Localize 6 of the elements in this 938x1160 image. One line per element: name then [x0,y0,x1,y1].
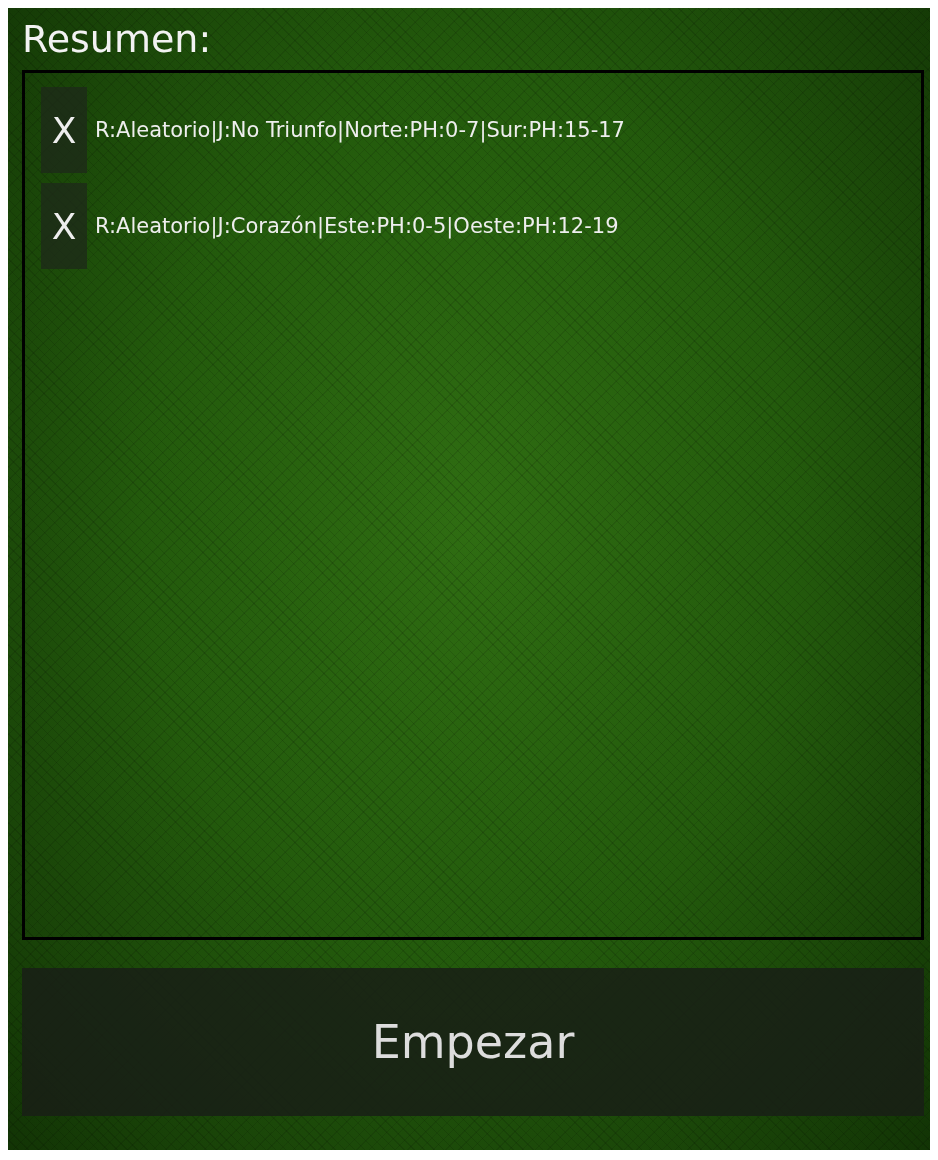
deal-summary: R:Aleatorio|J:Corazón|Este:PH:0-5|Oeste:PH:12-19 [95,214,619,238]
start-button[interactable]: Empezar [22,968,924,1116]
remove-button[interactable]: X [41,87,87,173]
deal-summary: R:Aleatorio|J:No Triunfo|Norte:PH:0-7|Sur:PH:15-17 [95,118,625,142]
summary-title: Resumen: [22,16,213,63]
remove-button[interactable]: X [41,183,87,269]
